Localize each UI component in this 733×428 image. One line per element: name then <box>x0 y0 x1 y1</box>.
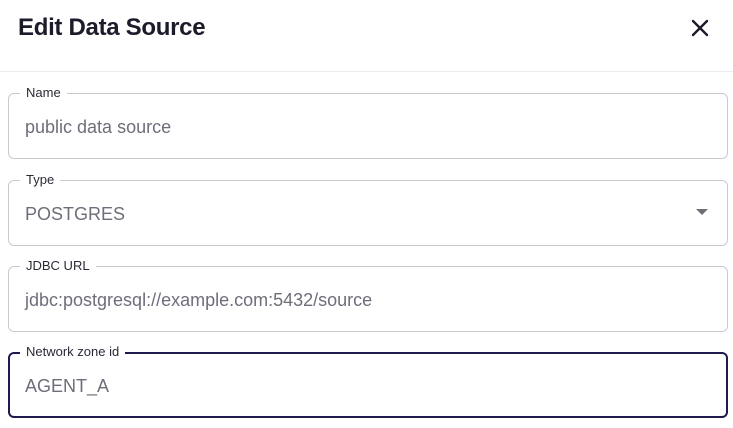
jdbc-url-field[interactable]: JDBC URL jdbc:postgresql://example.com:5… <box>8 258 728 332</box>
type-select[interactable]: Type POSTGRES <box>8 172 728 246</box>
network-zone-id-field-label: Network zone id <box>20 344 126 360</box>
name-field[interactable]: Name public data source <box>8 85 728 159</box>
dialog-title: Edit Data Source <box>18 14 206 41</box>
name-field-label: Name <box>20 85 67 101</box>
jdbc-url-field-label: JDBC URL <box>20 258 96 274</box>
type-select-label: Type <box>20 172 61 188</box>
name-field-value: public data source <box>25 117 172 137</box>
jdbc-url-field-value: jdbc:postgresql://example.com:5432/sourc… <box>25 290 373 310</box>
caret-down-icon[interactable] <box>696 209 708 215</box>
network-zone-id-field-value: AGENT_A <box>25 376 110 396</box>
type-select-value: POSTGRES <box>25 204 126 224</box>
network-zone-id-field[interactable]: Network zone id AGENT_A <box>8 344 728 418</box>
dialog-header: Edit Data Source <box>0 0 733 72</box>
close-icon <box>691 19 709 37</box>
close-button[interactable] <box>684 12 716 44</box>
edit-data-source-dialog: Edit Data Source Name public data source… <box>0 0 733 428</box>
